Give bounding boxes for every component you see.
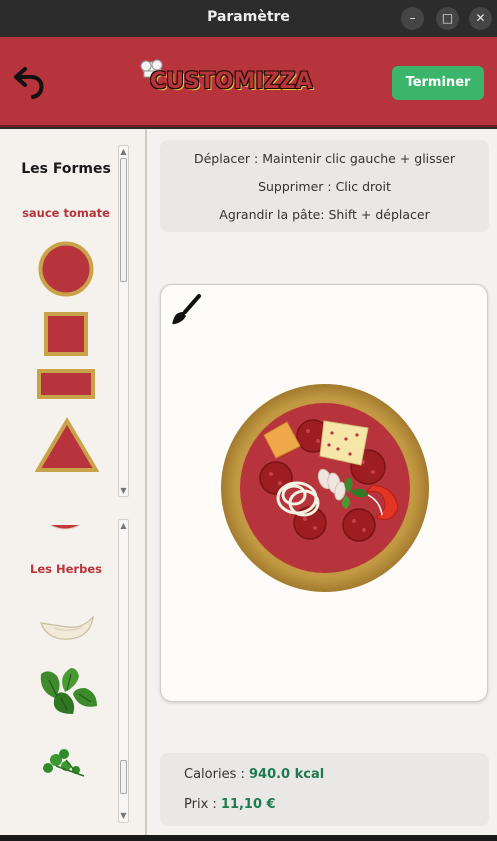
scroll-down-icon[interactable]: ▼ <box>119 487 128 495</box>
garlic-icon[interactable] <box>38 611 96 643</box>
title-bar: Paramètre – □ ✕ <box>0 0 497 37</box>
app-header: CUSTOMIZZA Terminer <box>0 37 497 127</box>
app-window: Paramètre – □ ✕ CUSTOMIZZA Terminer Les … <box>0 0 497 841</box>
pizza-canvas[interactable] <box>160 284 488 702</box>
circle-icon[interactable] <box>37 240 95 298</box>
shapes-title: Les Formes <box>21 161 111 177</box>
parsley-icon[interactable] <box>38 744 94 780</box>
finish-button[interactable]: Terminer <box>392 66 484 100</box>
square-icon[interactable] <box>44 312 88 356</box>
price-label: Prix : <box>184 797 221 812</box>
maximize-button[interactable]: □ <box>436 7 459 30</box>
scroll-up-icon[interactable]: ▲ <box>119 148 128 156</box>
calories-label: Calories : <box>184 767 249 782</box>
stats-box: Calories : 940.0 kcal Prix : 11,10 € <box>160 753 489 826</box>
herbs-title: Les Herbes <box>30 562 102 576</box>
triangle-icon[interactable] <box>35 417 99 473</box>
ingredients-sidebar: Les Formes sauce tomate ▲ ▼ Les Herbes ▲… <box>0 129 147 841</box>
price-value: 11,10 € <box>220 797 276 812</box>
pizza-icon[interactable] <box>220 383 430 593</box>
minimize-button[interactable]: – <box>401 7 424 30</box>
back-arrow-icon[interactable] <box>13 63 47 99</box>
partial-item-icon <box>49 524 81 530</box>
editor-panel: Déplacer : Maintenir clic gauche + gliss… <box>149 129 497 841</box>
scroll-up-icon[interactable]: ▲ <box>119 522 128 530</box>
close-button[interactable]: ✕ <box>469 7 492 30</box>
instruction-move: Déplacer : Maintenir clic gauche + gliss… <box>193 151 455 166</box>
calories-row: Calories : 940.0 kcal <box>184 767 324 782</box>
scroll-down-icon[interactable]: ▼ <box>119 812 128 820</box>
price-row: Prix : 11,10 € <box>184 797 276 812</box>
brush-icon[interactable] <box>169 293 203 327</box>
calories-value: 940.0 kcal <box>248 767 325 782</box>
herbs-scroll-thumb[interactable] <box>120 760 127 794</box>
instructions-box: Déplacer : Maintenir clic gauche + gliss… <box>160 140 489 232</box>
rectangle-icon[interactable] <box>37 369 95 399</box>
logo-text: CUSTOMIZZA <box>150 69 313 94</box>
herbs-scrollbar[interactable]: ▲ ▼ <box>118 519 129 823</box>
window-bottom-edge <box>0 835 497 841</box>
shapes-scroll-thumb[interactable] <box>120 158 127 282</box>
instruction-delete: Supprimer : Clic droit <box>258 179 391 194</box>
instruction-enlarge: Agrandir la pâte: Shift + déplacer <box>219 207 430 222</box>
basil-icon[interactable] <box>35 666 101 718</box>
main-content: Les Formes sauce tomate ▲ ▼ Les Herbes ▲… <box>0 129 497 841</box>
sauce-subtitle: sauce tomate <box>22 206 110 220</box>
customizza-logo: CUSTOMIZZA <box>136 57 313 105</box>
shapes-scrollbar[interactable]: ▲ ▼ <box>118 145 129 497</box>
